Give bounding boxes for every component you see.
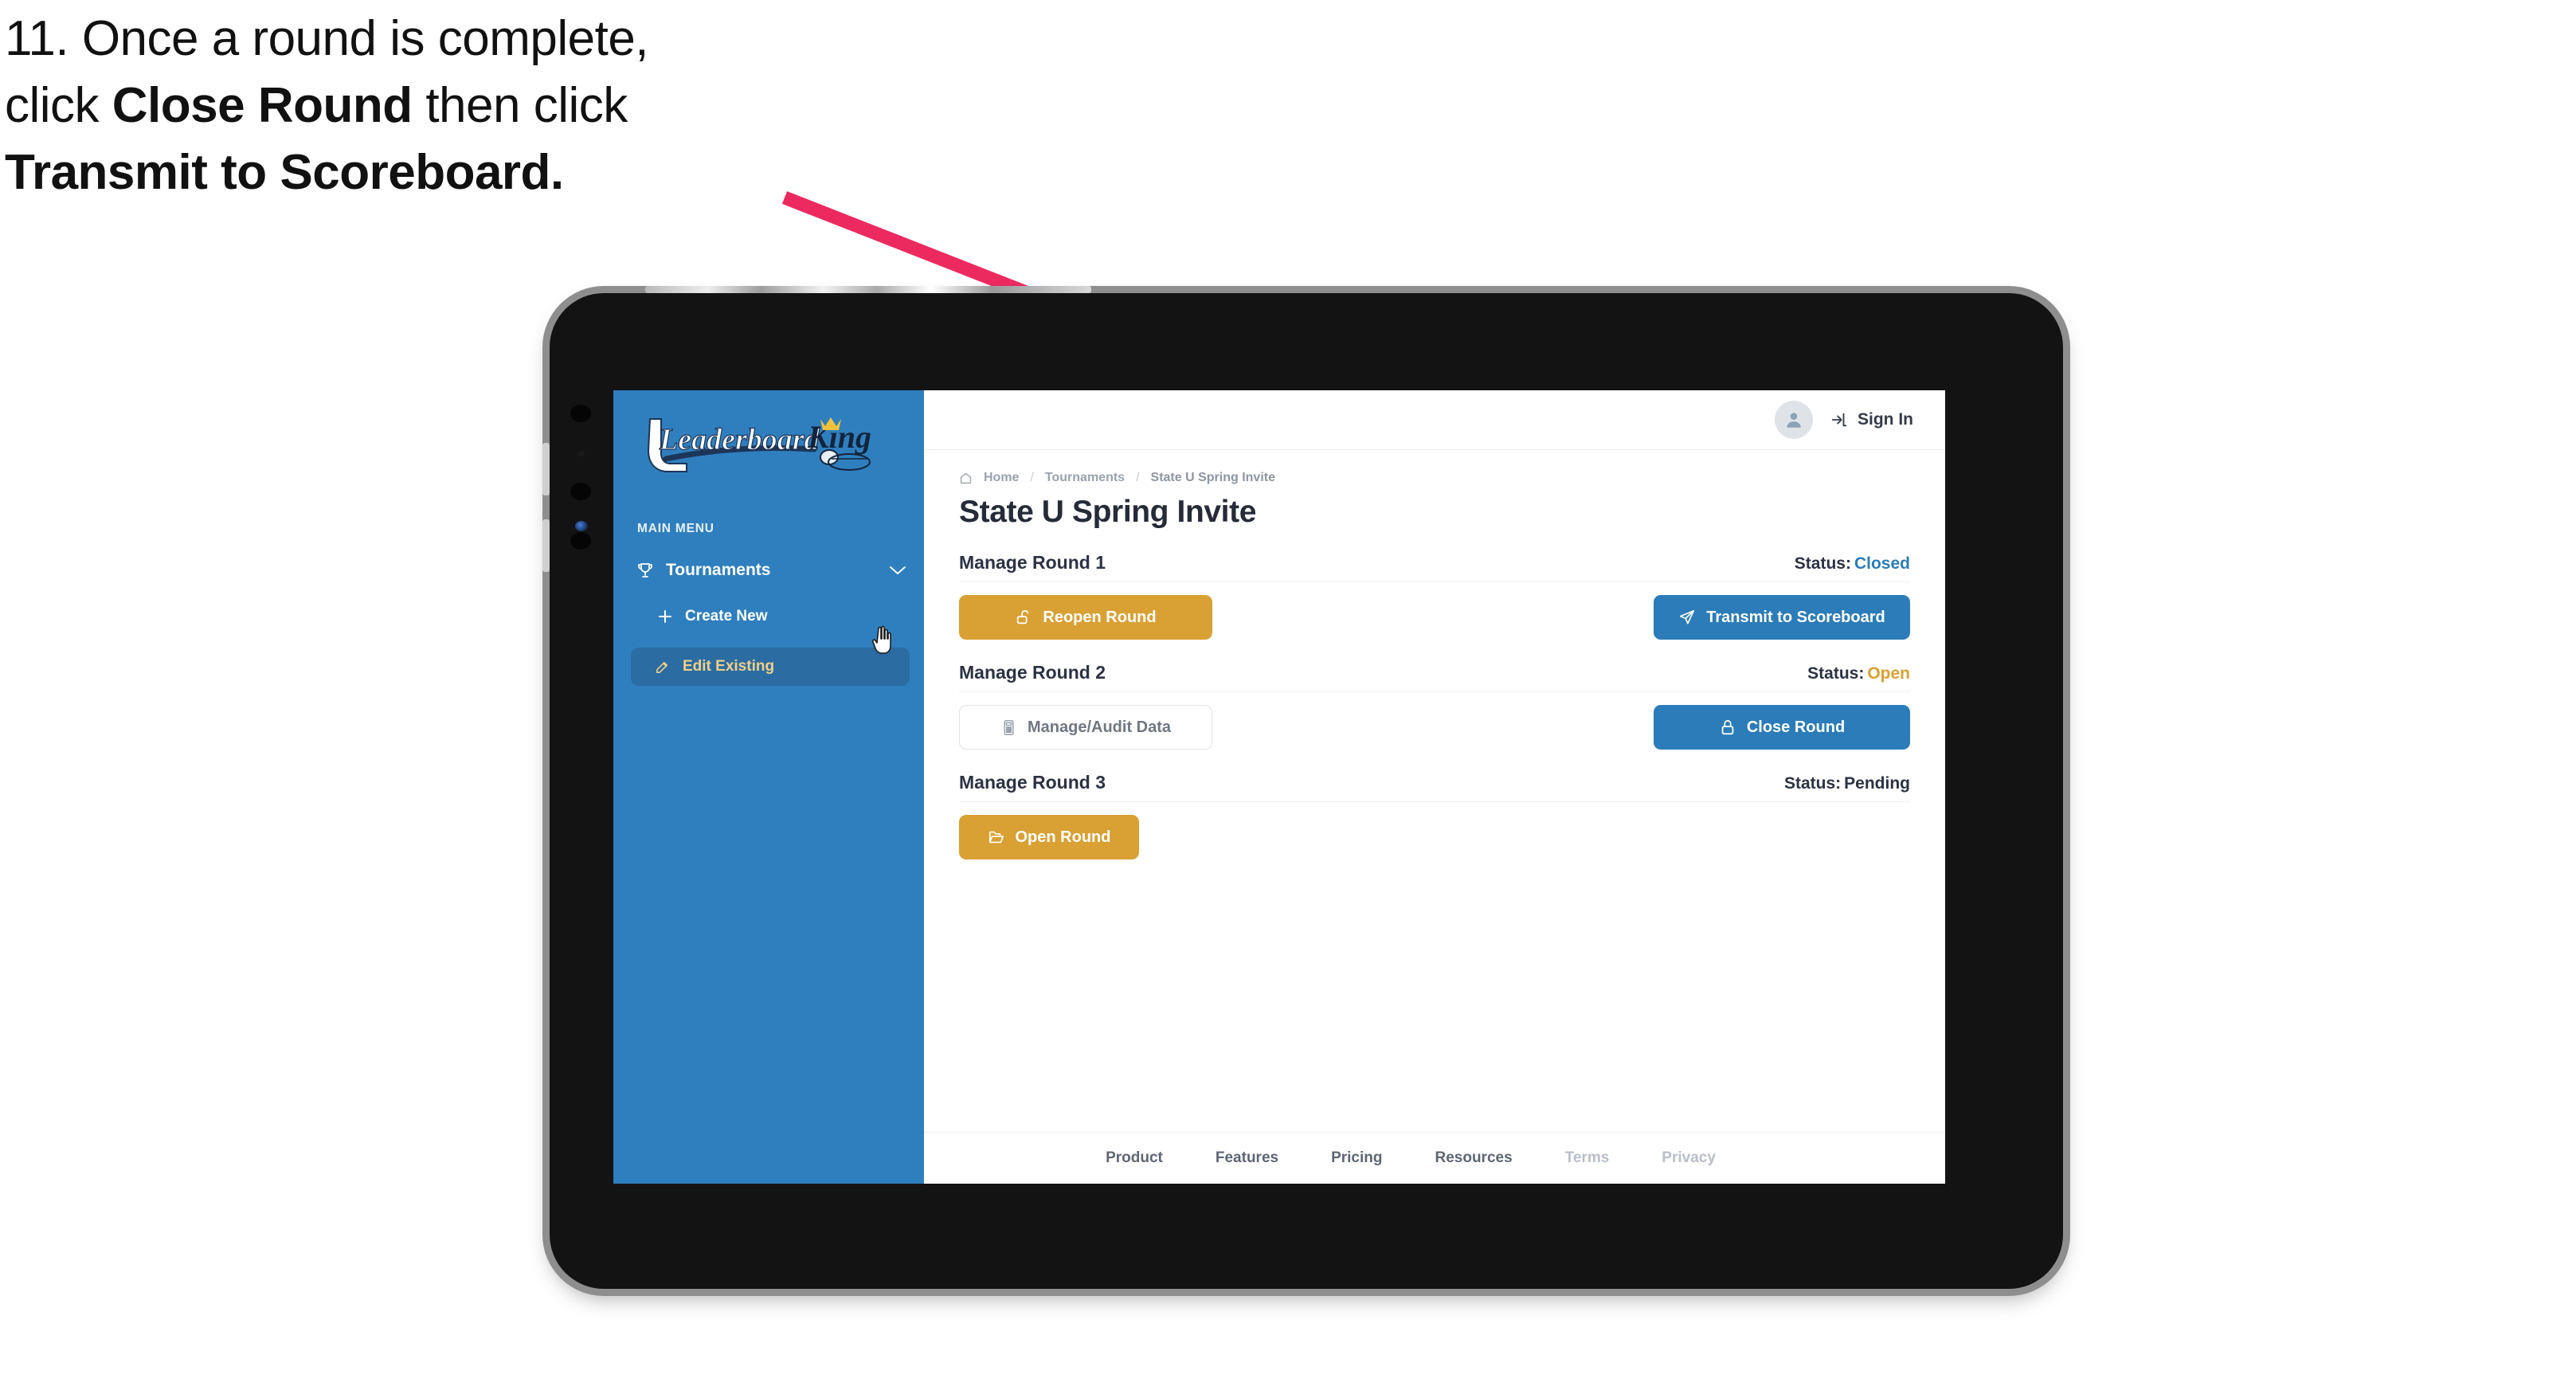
sign-in-button[interactable]: Sign In [1830, 410, 1913, 429]
caption-bold-transmit: Transmit to Scoreboard. [5, 145, 564, 200]
round-header: Manage Round 1 Status: Closed [959, 552, 1910, 582]
breadcrumb-separator: / [1030, 471, 1034, 484]
footer-link-terms[interactable]: Terms [1565, 1149, 1610, 1167]
breadcrumb-separator: / [1136, 471, 1140, 484]
sign-in-label: Sign In [1858, 410, 1913, 429]
round-section-1: Manage Round 1 Status: Closed Reopen Rou… [959, 552, 1910, 640]
paper-plane-icon [1678, 609, 1696, 626]
lock-icon [1719, 718, 1736, 736]
footer-link-pricing[interactable]: Pricing [1331, 1149, 1382, 1167]
status-label: Status: [1794, 554, 1851, 573]
chevron-down-icon[interactable] [889, 560, 906, 581]
status-value: Pending [1844, 774, 1910, 793]
sign-in-arrow-icon [1830, 411, 1848, 429]
round-actions: Open Round [959, 815, 1910, 859]
close-round-label: Close Round [1746, 718, 1846, 736]
svg-text:Leaderboard: Leaderboard [659, 423, 820, 456]
caption-line-3: Transmit to Scoreboard. [5, 148, 849, 198]
round-title: Manage Round 1 [959, 552, 1106, 573]
tablet-top-rail [645, 286, 1091, 293]
footer-link-resources[interactable]: Resources [1435, 1149, 1512, 1167]
breadcrumb-item-current: State U Spring Invite [1150, 471, 1275, 484]
footer-link-product[interactable]: Product [1106, 1149, 1163, 1167]
tablet-volume-down-button[interactable] [542, 519, 550, 572]
tablet-device-frame: Leaderboard King MAIN MENU Tournaments C… [542, 286, 2063, 1289]
sidebar-item-label-create-new: Create New [685, 608, 768, 624]
tablet-volume-up-button[interactable] [542, 443, 550, 495]
close-round-button[interactable]: Close Round [1654, 705, 1910, 750]
status-value: Closed [1854, 554, 1910, 573]
sidebar-item-tournaments[interactable]: Tournaments [632, 555, 910, 585]
status-label: Status: [1807, 664, 1865, 683]
round-title: Manage Round 3 [959, 772, 1106, 793]
folder-open-icon [988, 828, 1005, 846]
breadcrumb-item-tournaments[interactable]: Tournaments [1045, 471, 1125, 485]
edit-pencil-icon [655, 660, 670, 675]
status-badge: Status: Closed [1795, 554, 1910, 574]
status-label: Status: [1783, 774, 1842, 793]
status-value: Open [1867, 664, 1910, 683]
user-avatar-icon[interactable] [1775, 401, 1813, 439]
tablet-sensor-dot-1 [570, 405, 591, 422]
manage-audit-data-label: Manage/Audit Data [1027, 718, 1172, 736]
footer-link-privacy[interactable]: Privacy [1662, 1149, 1716, 1167]
round-header: Manage Round 2 Status: Open [959, 662, 1910, 692]
sidebar-item-label-tournaments: Tournaments [666, 561, 771, 579]
footer-links: Product Features Pricing Resources Terms… [924, 1132, 1945, 1184]
footer-link-features[interactable]: Features [1216, 1149, 1278, 1167]
home-icon[interactable] [959, 472, 973, 485]
page-title: State U Spring Invite [959, 495, 1256, 529]
top-bar: Sign In [924, 390, 1945, 450]
reopen-round-button[interactable]: Reopen Round [959, 595, 1212, 640]
transmit-to-scoreboard-button[interactable]: Transmit to Scoreboard [1654, 595, 1910, 640]
page-content: Home / Tournaments / State U Spring Invi… [924, 450, 1945, 1132]
tablet-sensor-dot-3 [570, 483, 591, 500]
tablet-sensor-dot-2 [578, 451, 585, 456]
round-actions: Reopen Round Transmit to Scoreboard [959, 595, 1910, 640]
main-content: Sign In Home / Tournaments / State U Spr… [924, 390, 1945, 1184]
status-badge: Status: Open [1807, 664, 1910, 683]
transmit-to-scoreboard-label: Transmit to Scoreboard [1706, 608, 1885, 626]
breadcrumb: Home / Tournaments / State U Spring Invi… [959, 471, 1910, 485]
leaderboardking-logo[interactable]: Leaderboard King [613, 390, 924, 477]
manage-audit-data-button[interactable]: Manage/Audit Data [959, 705, 1212, 750]
reopen-round-label: Reopen Round [1043, 608, 1157, 626]
caption-line-1: 11. Once a round is complete, [5, 11, 649, 66]
round-section-2: Manage Round 2 Status: Open Manage/Audit… [959, 662, 1910, 750]
instruction-caption: 11. Once a round is complete, click Clos… [5, 14, 849, 215]
caption-bold-close-round: Close Round [112, 78, 413, 133]
round-section-3: Manage Round 3 Status: Pending Open Roun… [959, 772, 1910, 859]
sidebar-item-edit-existing[interactable]: Edit Existing [631, 648, 910, 686]
breadcrumb-item-home[interactable]: Home [984, 471, 1019, 485]
round-header: Manage Round 3 Status: Pending [959, 772, 1910, 802]
open-round-button[interactable]: Open Round [959, 815, 1139, 859]
sidebar-item-label-edit-existing: Edit Existing [683, 658, 775, 675]
open-round-label: Open Round [1015, 828, 1111, 846]
plus-icon [658, 609, 672, 624]
status-badge: Status: Pending [1784, 774, 1910, 793]
tablet-sensor-dot-4 [570, 532, 591, 550]
calculator-icon [1000, 719, 1017, 736]
pointing-hand-cursor [871, 625, 891, 654]
caption-line-2: click Close Round then click [5, 78, 628, 133]
round-title: Manage Round 2 [959, 662, 1106, 683]
round-actions: Manage/Audit Data Close Round [959, 705, 1910, 750]
unlock-icon [1015, 609, 1032, 626]
sidebar-section-label: MAIN MENU [637, 522, 714, 535]
sidebar: Leaderboard King MAIN MENU Tournaments C… [613, 390, 924, 1184]
trophy-icon [636, 561, 655, 580]
tablet-front-camera-icon [575, 521, 588, 531]
app-screen: Leaderboard King MAIN MENU Tournaments C… [613, 390, 1945, 1184]
